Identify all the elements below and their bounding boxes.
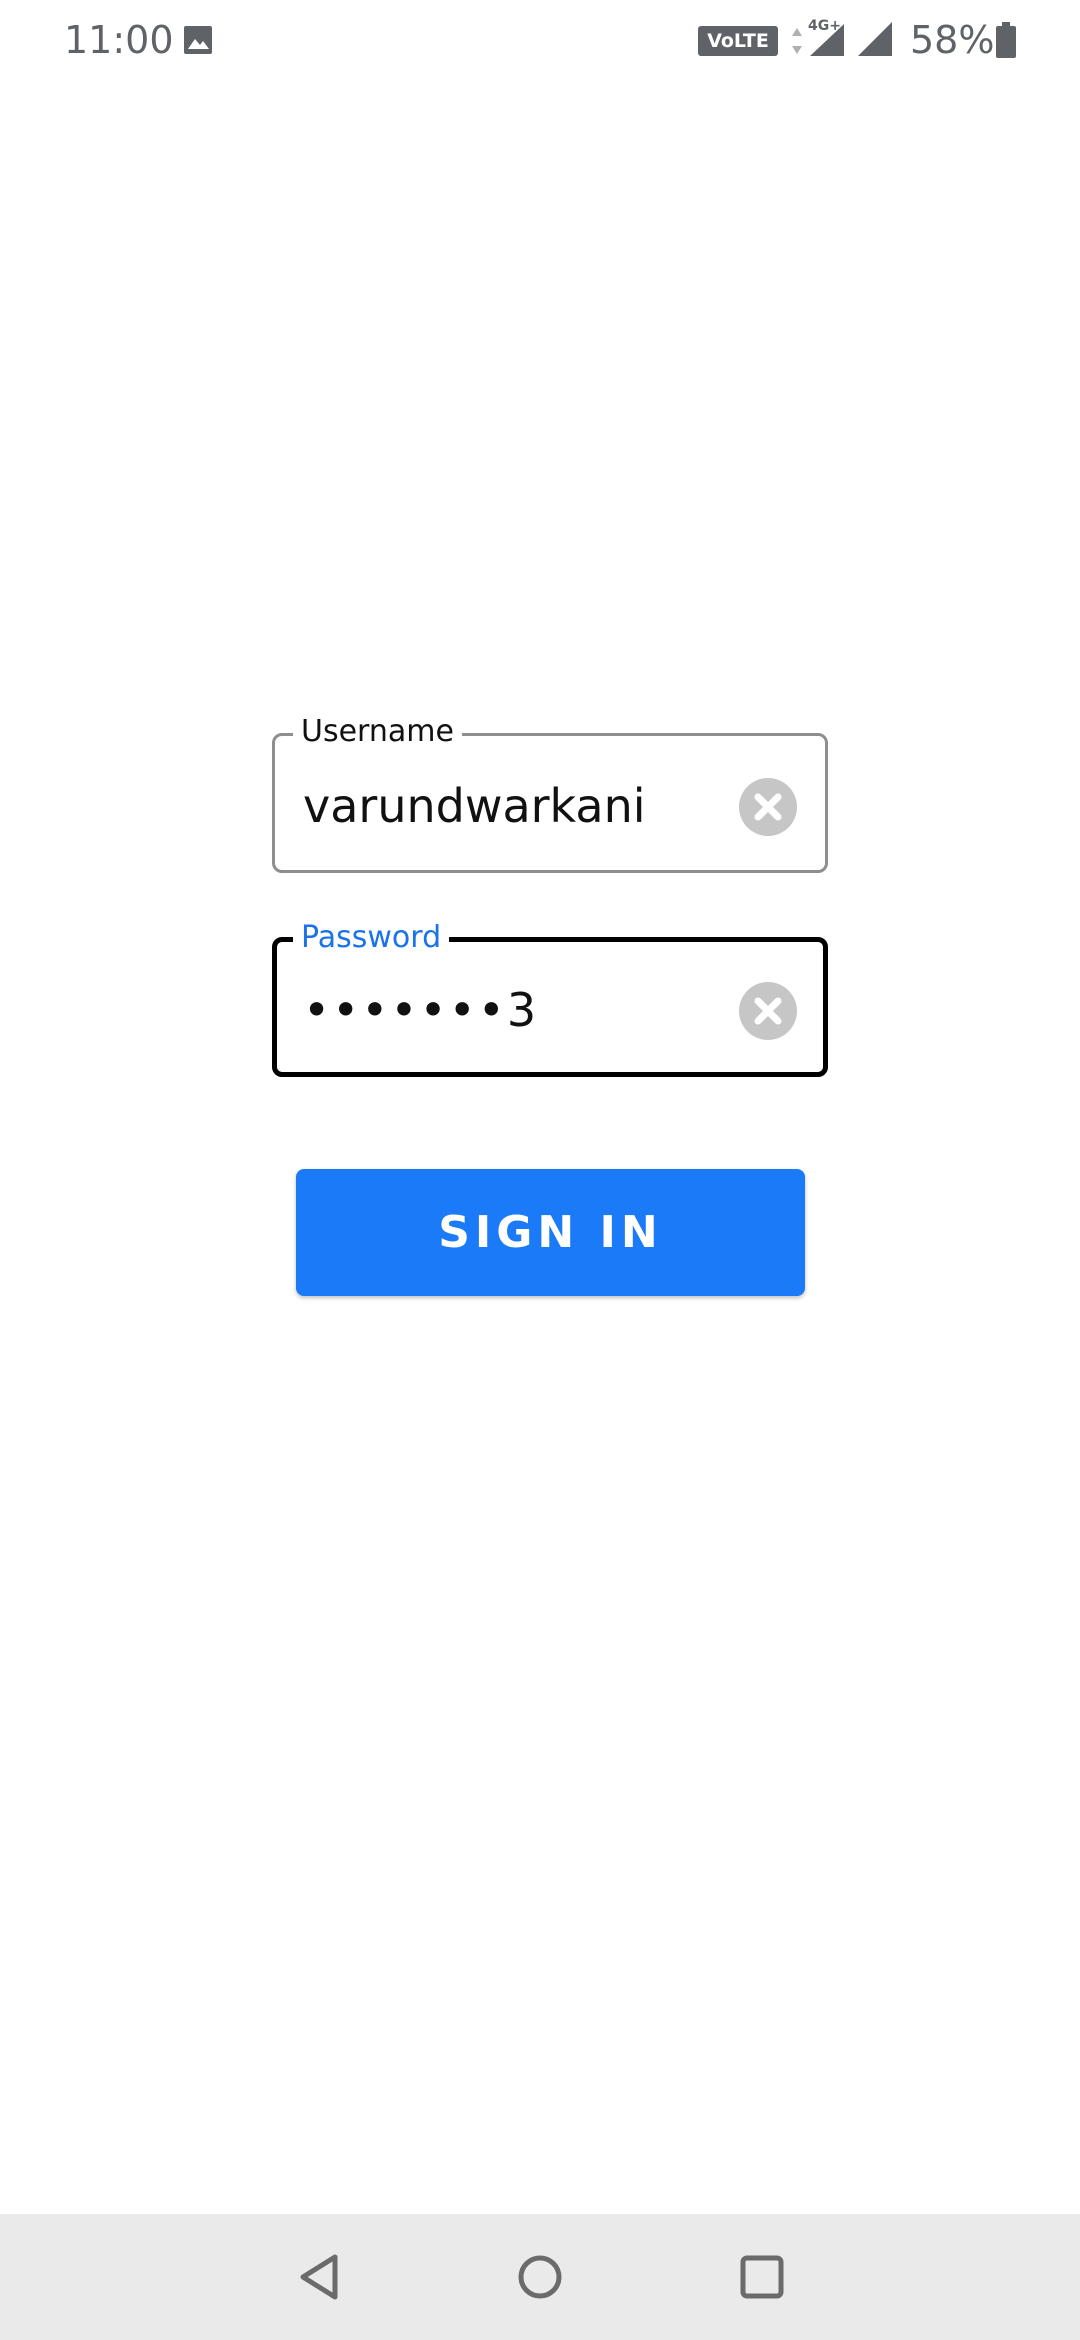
battery-percent: 58% [910, 18, 995, 62]
gallery-icon [182, 24, 214, 56]
sign-in-button[interactable]: SIGN IN [296, 1169, 805, 1296]
username-label: Username [293, 712, 462, 752]
username-input[interactable]: varundwarkani [303, 780, 646, 832]
battery-icon [996, 22, 1016, 58]
data-arrows-icon [790, 24, 804, 58]
back-icon[interactable] [285, 2242, 355, 2312]
password-field[interactable]: Password •••••••3 [272, 918, 828, 1077]
clear-password-icon[interactable] [739, 982, 797, 1040]
volte-badge: VoLTE 1 [698, 26, 778, 82]
status-time: 11:00 [64, 18, 174, 62]
signal-4g-icon [806, 18, 846, 58]
signal-icon [856, 20, 894, 58]
username-field[interactable]: Username varundwarkani [272, 712, 828, 873]
recents-icon[interactable] [727, 2242, 797, 2312]
home-icon[interactable] [505, 2242, 575, 2312]
status-bar: 11:00 VoLTE 1 4G+ 58% [0, 0, 1080, 82]
navigation-bar [0, 2214, 1080, 2340]
clear-username-icon[interactable] [739, 778, 797, 836]
password-label: Password [293, 918, 450, 958]
password-input[interactable]: •••••••3 [303, 984, 538, 1036]
